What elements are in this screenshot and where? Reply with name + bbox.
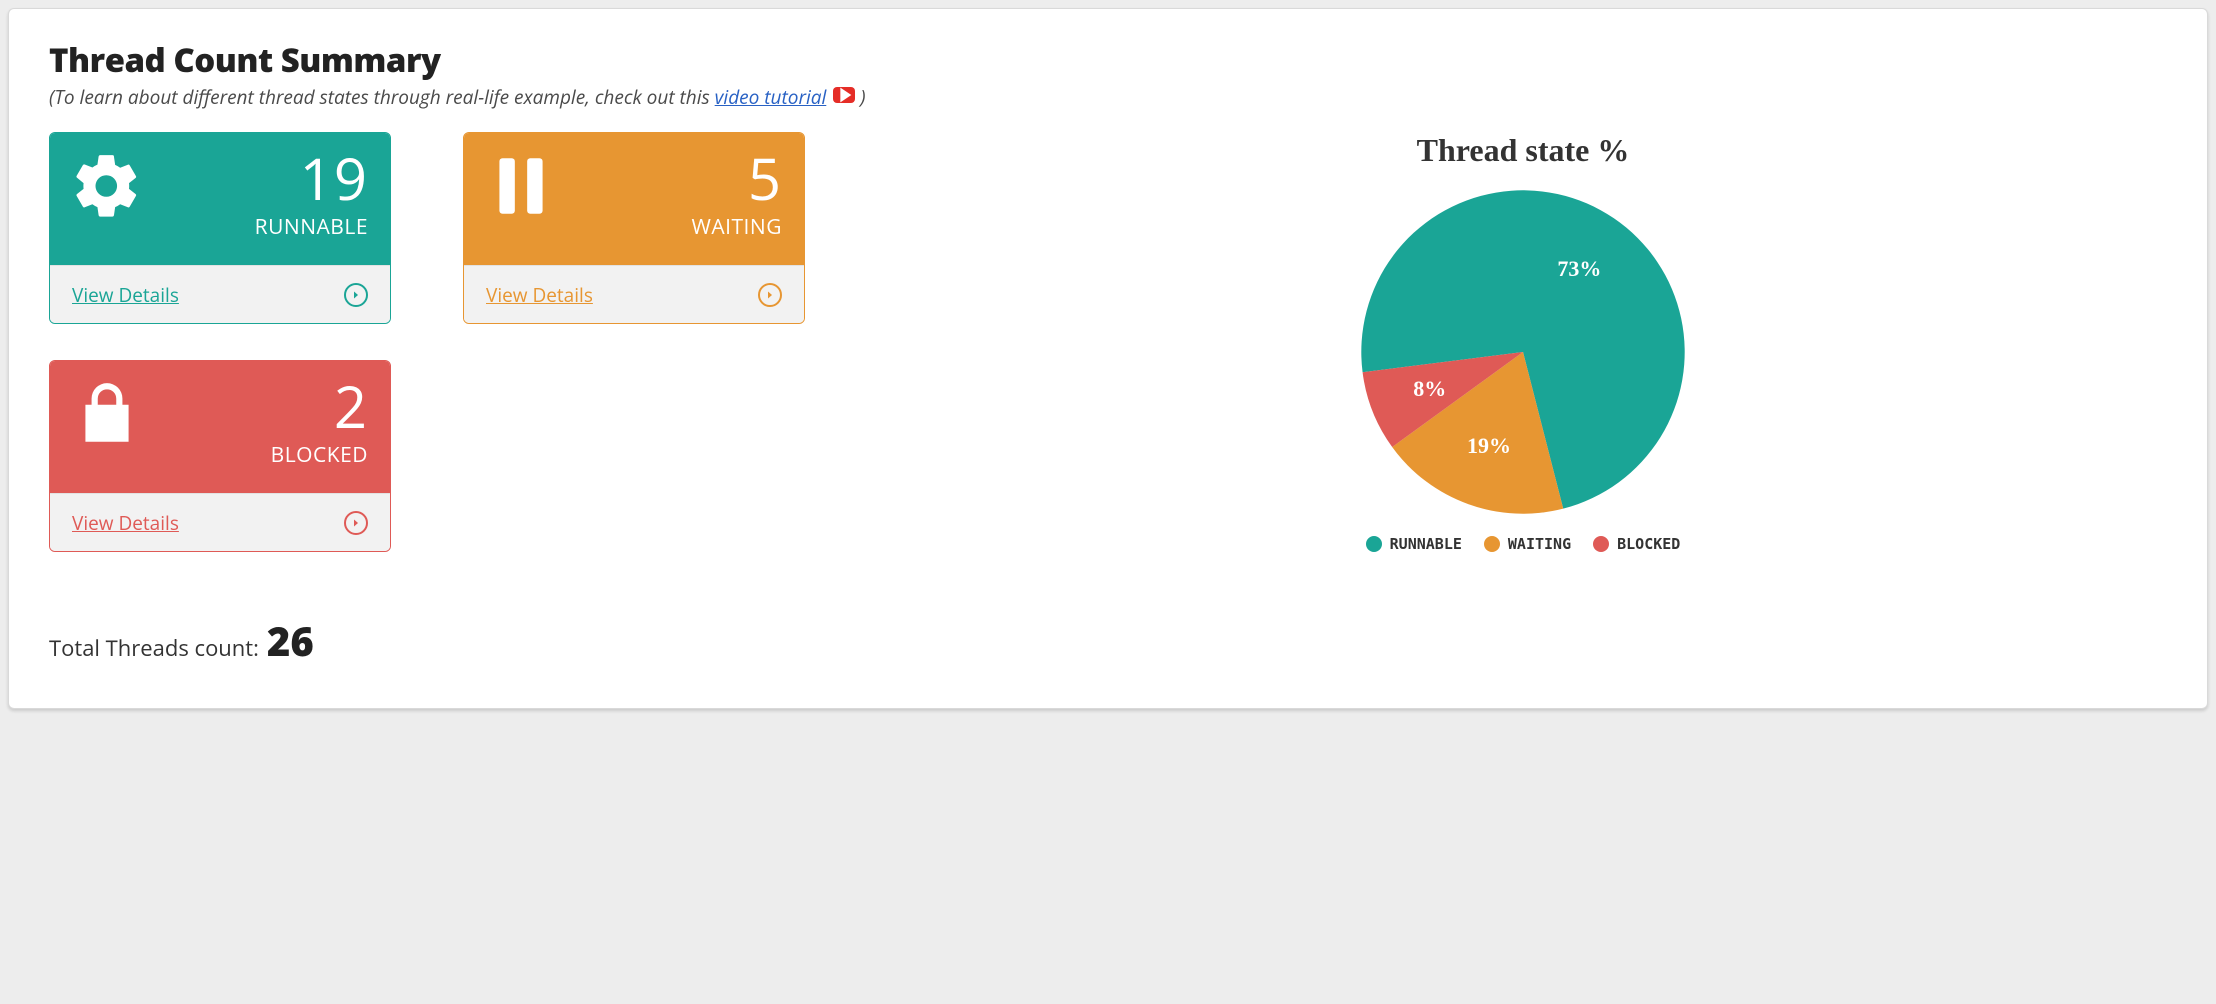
chart-area: Thread state % 73%19%8% RUNNABLE WAITING — [879, 132, 2167, 553]
tile-blocked-top: 2 BLOCKED — [50, 361, 390, 493]
tile-runnable: 19 RUNNABLE View Details — [49, 132, 391, 324]
youtube-icon[interactable] — [833, 87, 855, 103]
legend-runnable: RUNNABLE — [1366, 535, 1462, 553]
subtitle-suffix: ) — [860, 84, 865, 110]
legend-label: RUNNABLE — [1390, 535, 1462, 553]
legend-dot-icon — [1366, 536, 1382, 552]
waiting-view-details-link[interactable]: View Details — [486, 282, 593, 308]
legend-dot-icon — [1593, 536, 1609, 552]
arrow-right-icon[interactable] — [344, 511, 368, 535]
chart-legend: RUNNABLE WAITING BLOCKED — [1366, 535, 1681, 553]
tile-runnable-top: 19 RUNNABLE — [50, 133, 390, 265]
pause-icon — [484, 149, 558, 223]
blocked-label: BLOCKED — [271, 441, 368, 469]
total-label: Total Threads count: — [49, 633, 259, 663]
runnable-view-details-link[interactable]: View Details — [72, 282, 179, 308]
chart-title: Thread state % — [1417, 132, 1630, 169]
waiting-label: WAITING — [691, 213, 782, 241]
legend-waiting: WAITING — [1484, 535, 1571, 553]
blocked-count: 2 — [271, 377, 368, 435]
legend-dot-icon — [1484, 536, 1500, 552]
summary-card: Thread Count Summary (To learn about dif… — [8, 8, 2208, 709]
subtitle-prefix: (To learn about different thread states … — [49, 84, 715, 110]
waiting-count: 5 — [691, 149, 782, 207]
tile-blocked: 2 BLOCKED View Details — [49, 360, 391, 552]
tile-waiting: 5 WAITING View Details — [463, 132, 805, 324]
arrow-right-icon[interactable] — [344, 283, 368, 307]
runnable-count: 19 — [255, 149, 368, 207]
subtitle: (To learn about different thread states … — [49, 84, 2167, 110]
blocked-view-details-link[interactable]: View Details — [72, 510, 179, 536]
page-title: Thread Count Summary — [49, 37, 2167, 82]
legend-blocked: BLOCKED — [1593, 535, 1680, 553]
legend-label: BLOCKED — [1617, 535, 1680, 553]
gear-icon — [70, 149, 144, 223]
tiles-grid: 19 RUNNABLE View Details — [49, 132, 839, 552]
pie-chart: 73%19%8% — [1358, 187, 1688, 517]
legend-label: WAITING — [1508, 535, 1571, 553]
total-threads: Total Threads count: 26 — [49, 613, 2167, 668]
lock-icon — [70, 377, 144, 451]
video-tutorial-link[interactable]: video tutorial — [715, 84, 827, 110]
runnable-label: RUNNABLE — [255, 213, 368, 241]
tile-waiting-top: 5 WAITING — [464, 133, 804, 265]
total-value: 26 — [267, 613, 314, 668]
arrow-right-icon[interactable] — [758, 283, 782, 307]
